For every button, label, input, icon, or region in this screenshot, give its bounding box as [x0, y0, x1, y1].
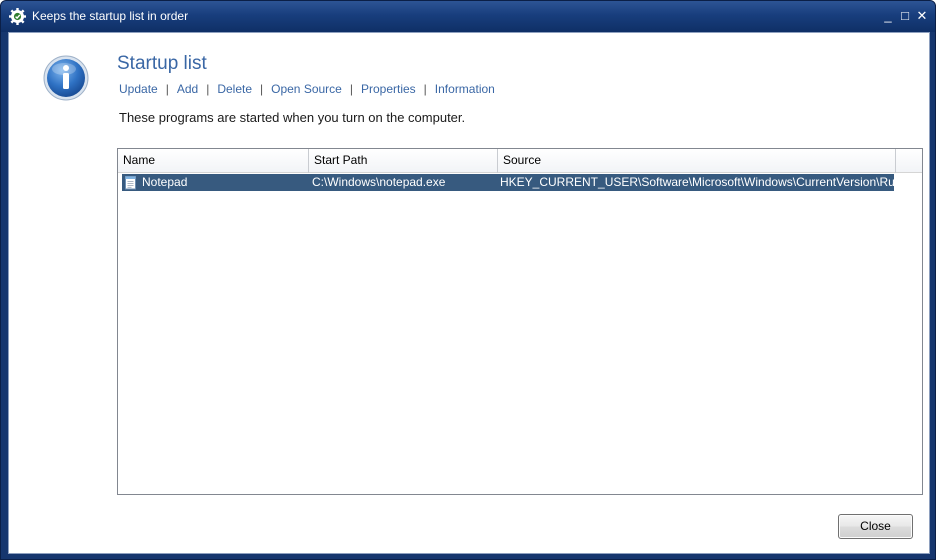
app-window: Keeps the startup list in order _ □ ✕ St…: [0, 0, 936, 560]
maximize-button[interactable]: □: [898, 8, 912, 24]
title-bar[interactable]: Keeps the startup list in order _ □ ✕: [1, 1, 935, 32]
description-text: These programs are started when you turn…: [119, 110, 466, 125]
page-title: Startup list: [117, 53, 207, 74]
toolbar-separator: |: [206, 82, 210, 96]
toolbar-separator: |: [260, 82, 264, 96]
close-button[interactable]: Close: [838, 514, 913, 539]
column-header-start-path[interactable]: Start Path: [309, 149, 498, 173]
properties-link[interactable]: Properties: [361, 82, 416, 96]
column-header-name[interactable]: Name: [118, 149, 309, 173]
add-link[interactable]: Add: [177, 82, 198, 96]
cell-start-path: C:\Windows\notepad.exe: [312, 175, 446, 189]
client-area: Startup list Update | Add | Delete | Open Sour…: [8, 32, 930, 554]
column-header-filler: [896, 149, 922, 173]
list-row[interactable]: Notepad C:\Windows\notepad.exe HKEY_CURR…: [122, 174, 901, 191]
minimize-button[interactable]: _: [881, 8, 895, 24]
cell-name: Notepad: [142, 175, 188, 189]
toolbar-separator: |: [165, 82, 169, 96]
close-window-button[interactable]: ✕: [915, 8, 929, 24]
cell-source: HKEY_CURRENT_USER\Software\Microsoft\Win…: [500, 175, 902, 189]
action-toolbar: Update | Add | Delete | Open Source | Properties…: [119, 82, 495, 98]
window-title: Keeps the startup list in order: [32, 9, 189, 23]
open-source-link[interactable]: Open Source: [271, 82, 342, 96]
notepad-icon: [125, 176, 136, 190]
startup-list[interactable]: Name Start Path Source Notepad C:\Window…: [117, 148, 923, 495]
toolbar-separator: |: [423, 82, 427, 96]
update-link[interactable]: Update: [119, 82, 158, 96]
gear-app-icon: [9, 8, 26, 25]
delete-link[interactable]: Delete: [217, 82, 252, 96]
info-icon: [43, 55, 89, 101]
list-header: Name Start Path Source: [118, 149, 922, 173]
column-header-source[interactable]: Source: [498, 149, 896, 173]
information-link[interactable]: Information: [435, 82, 495, 96]
toolbar-separator: |: [349, 82, 353, 96]
